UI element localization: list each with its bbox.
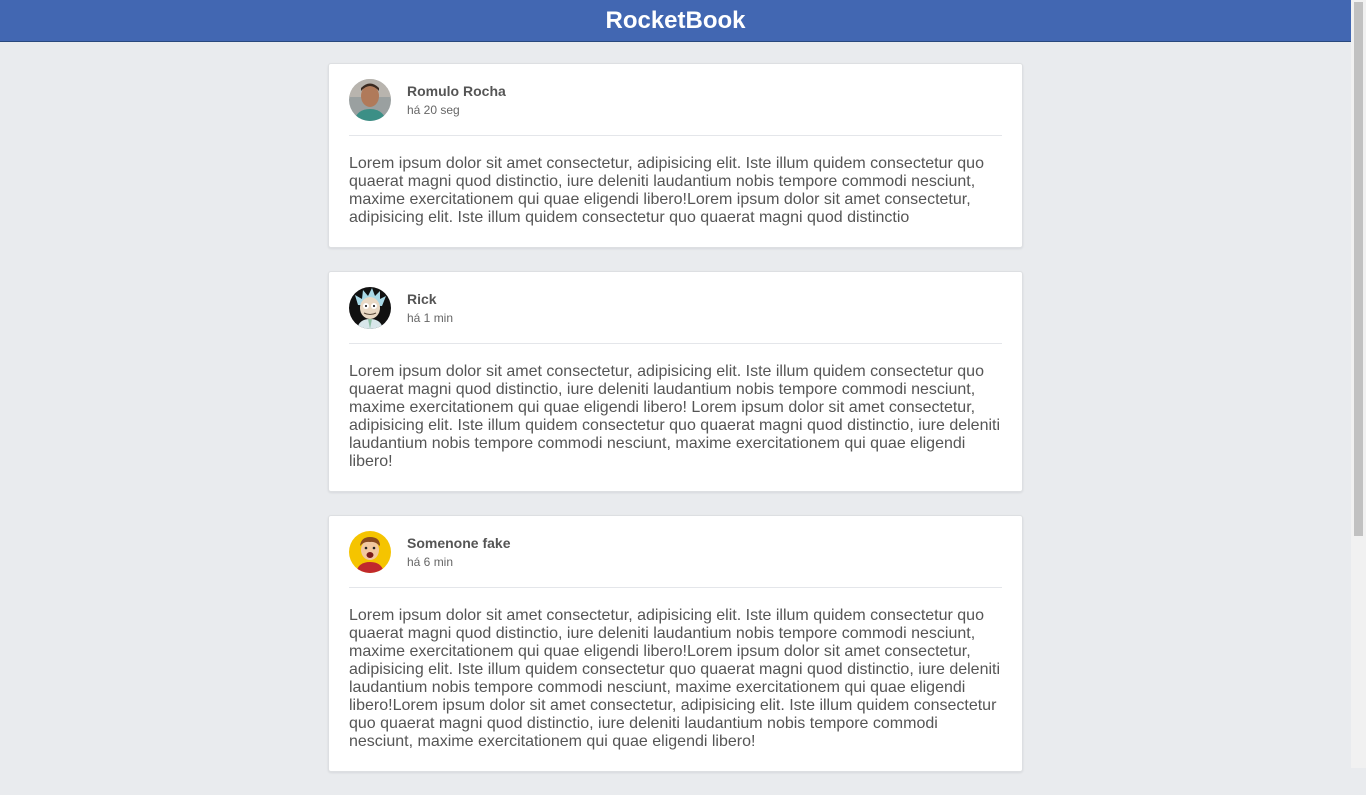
post-content: Lorem ipsum dolor sit amet consectetur, … [349,363,1001,470]
post-timestamp: há 20 seg [407,103,460,117]
author-name[interactable]: Somenone fake [407,534,510,552]
scrollbar-thumb[interactable] [1354,2,1363,536]
post-card: Rick há 1 min Lorem ipsum dolor sit amet… [328,271,1023,492]
post-card: Somenone fake há 6 min Lorem ipsum dolor… [328,515,1023,772]
author-name[interactable]: Rick [407,290,453,308]
avatar[interactable] [349,531,391,573]
post-header: Rick há 1 min [349,287,1002,344]
post-feed: Romulo Rocha há 20 seg Lorem ipsum dolor… [328,63,1023,795]
post-header: Romulo Rocha há 20 seg [349,79,1002,136]
brand-logo-text[interactable]: RocketBook [605,0,745,41]
vertical-scrollbar[interactable] [1351,0,1366,768]
author-meta: Romulo Rocha há 20 seg [407,82,506,118]
top-navbar: RocketBook [0,0,1351,42]
post-content: Lorem ipsum dolor sit amet consectetur, … [349,607,1001,750]
avatar[interactable] [349,287,391,329]
post-timestamp: há 1 min [407,311,454,325]
person-photo-avatar-icon [349,79,391,121]
rick-cartoon-avatar-icon [349,287,391,329]
post-card: Romulo Rocha há 20 seg Lorem ipsum dolor… [328,63,1023,248]
avatar[interactable] [349,79,391,121]
author-name[interactable]: Romulo Rocha [407,82,506,100]
post-header: Somenone fake há 6 min [349,531,1002,588]
author-meta: Somenone fake há 6 min [407,534,510,570]
author-meta: Rick há 1 min [407,290,453,326]
post-content: Lorem ipsum dolor sit amet consectetur, … [349,155,984,226]
cartoon-boy-avatar-icon [349,531,391,573]
post-timestamp: há 6 min [407,555,454,569]
